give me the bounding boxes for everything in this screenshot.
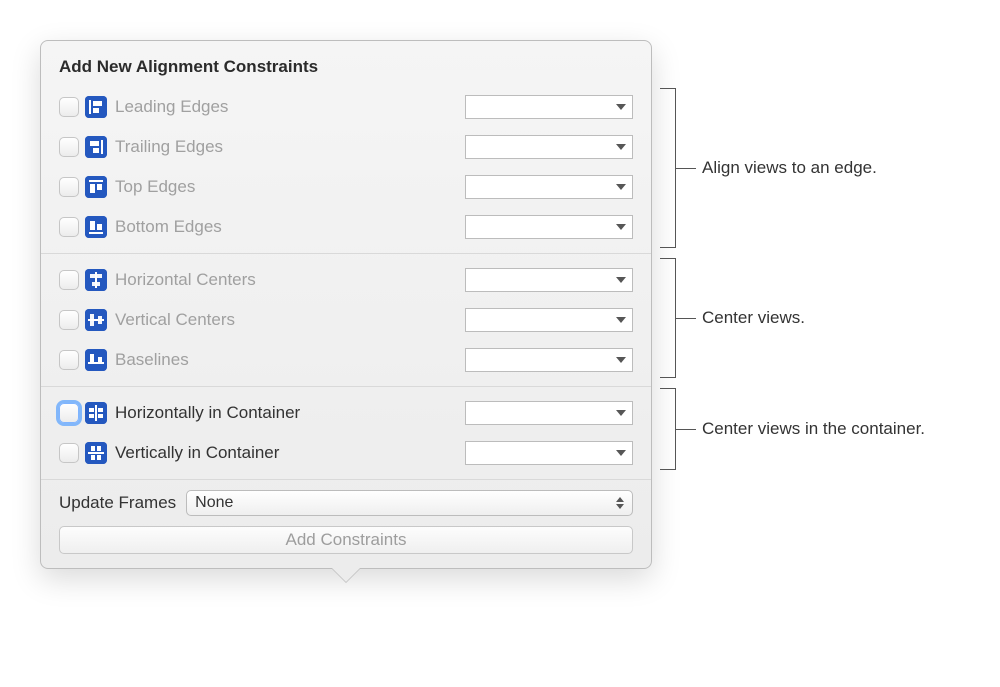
baselines-checkbox[interactable] <box>59 350 79 370</box>
bottom-edges-checkbox[interactable] <box>59 217 79 237</box>
top-edges-checkbox[interactable] <box>59 177 79 197</box>
vertically-in-container-checkbox[interactable] <box>59 443 79 463</box>
constraint-row-top-edges: Top Edges <box>59 167 633 207</box>
chevron-down-icon <box>616 450 626 456</box>
container-constraints-section: Horizontally in Container Vertically in C… <box>41 386 651 479</box>
align-vcenter-icon <box>85 309 107 331</box>
leading-edges-value-field[interactable] <box>465 95 633 119</box>
trailing-edges-label: Trailing Edges <box>115 137 465 157</box>
horizontal-centers-checkbox[interactable] <box>59 270 79 290</box>
vertical-centers-checkbox[interactable] <box>59 310 79 330</box>
chevron-down-icon <box>616 144 626 150</box>
add-constraints-button[interactable]: Add Constraints <box>59 526 633 554</box>
constraint-row-bottom-edges: Bottom Edges <box>59 207 633 247</box>
update-frames-value: None <box>195 494 233 512</box>
chevron-down-icon <box>616 184 626 190</box>
bottom-edges-label: Bottom Edges <box>115 217 465 237</box>
popover-title: Add New Alignment Constraints <box>41 55 651 87</box>
align-trailing-icon <box>85 136 107 158</box>
chevron-down-icon <box>616 357 626 363</box>
align-bottom-icon <box>85 216 107 238</box>
annotation-container: Center views in the container. <box>702 419 925 439</box>
bottom-edges-value-field[interactable] <box>465 215 633 239</box>
update-frames-label: Update Frames <box>59 493 176 513</box>
leading-edges-checkbox[interactable] <box>59 97 79 117</box>
vertically-in-container-label: Vertically in Container <box>115 443 465 463</box>
stepper-icon <box>616 497 624 509</box>
vertical-centers-value-field[interactable] <box>465 308 633 332</box>
align-hcontainer-icon <box>85 402 107 424</box>
constraint-row-trailing-edges: Trailing Edges <box>59 127 633 167</box>
horizontally-in-container-label: Horizontally in Container <box>115 403 465 423</box>
trailing-edges-checkbox[interactable] <box>59 137 79 157</box>
update-frames-row: Update Frames None <box>41 479 651 516</box>
horizontally-in-container-value-field[interactable] <box>465 401 633 425</box>
align-leading-icon <box>85 96 107 118</box>
edge-constraints-section: Leading Edges Trailing Edges Top Edges Bott… <box>41 87 651 253</box>
constraint-row-horizontally-in-container: Horizontally in Container <box>59 393 633 433</box>
constraint-row-horizontal-centers: Horizontal Centers <box>59 260 633 300</box>
baselines-label: Baselines <box>115 350 465 370</box>
chevron-down-icon <box>616 410 626 416</box>
chevron-down-icon <box>616 224 626 230</box>
update-frames-select[interactable]: None <box>186 490 633 516</box>
annotation-centers: Center views. <box>702 308 805 328</box>
baselines-value-field[interactable] <box>465 348 633 372</box>
top-edges-label: Top Edges <box>115 177 465 197</box>
chevron-down-icon <box>616 104 626 110</box>
top-edges-value-field[interactable] <box>465 175 633 199</box>
constraint-row-vertically-in-container: Vertically in Container <box>59 433 633 473</box>
vertically-in-container-value-field[interactable] <box>465 441 633 465</box>
add-constraints-label: Add Constraints <box>286 530 407 550</box>
constraint-row-baselines: Baselines <box>59 340 633 380</box>
align-vcontainer-icon <box>85 442 107 464</box>
horizontal-centers-label: Horizontal Centers <box>115 270 465 290</box>
align-baseline-icon <box>85 349 107 371</box>
trailing-edges-value-field[interactable] <box>465 135 633 159</box>
bracket-centers <box>660 258 676 378</box>
chevron-down-icon <box>616 317 626 323</box>
vertical-centers-label: Vertical Centers <box>115 310 465 330</box>
center-constraints-section: Horizontal Centers Vertical Centers Baseli… <box>41 253 651 386</box>
align-top-icon <box>85 176 107 198</box>
constraint-row-leading-edges: Leading Edges <box>59 87 633 127</box>
horizontal-centers-value-field[interactable] <box>465 268 633 292</box>
bracket-edges <box>660 88 676 248</box>
align-hcenter-icon <box>85 269 107 291</box>
chevron-down-icon <box>616 277 626 283</box>
alignment-constraints-popover: Add New Alignment Constraints Leading Ed… <box>40 40 652 569</box>
annotation-edges: Align views to an edge. <box>702 158 877 178</box>
bracket-container <box>660 388 676 470</box>
leading-edges-label: Leading Edges <box>115 97 465 117</box>
horizontally-in-container-checkbox[interactable] <box>59 403 79 423</box>
constraint-row-vertical-centers: Vertical Centers <box>59 300 633 340</box>
